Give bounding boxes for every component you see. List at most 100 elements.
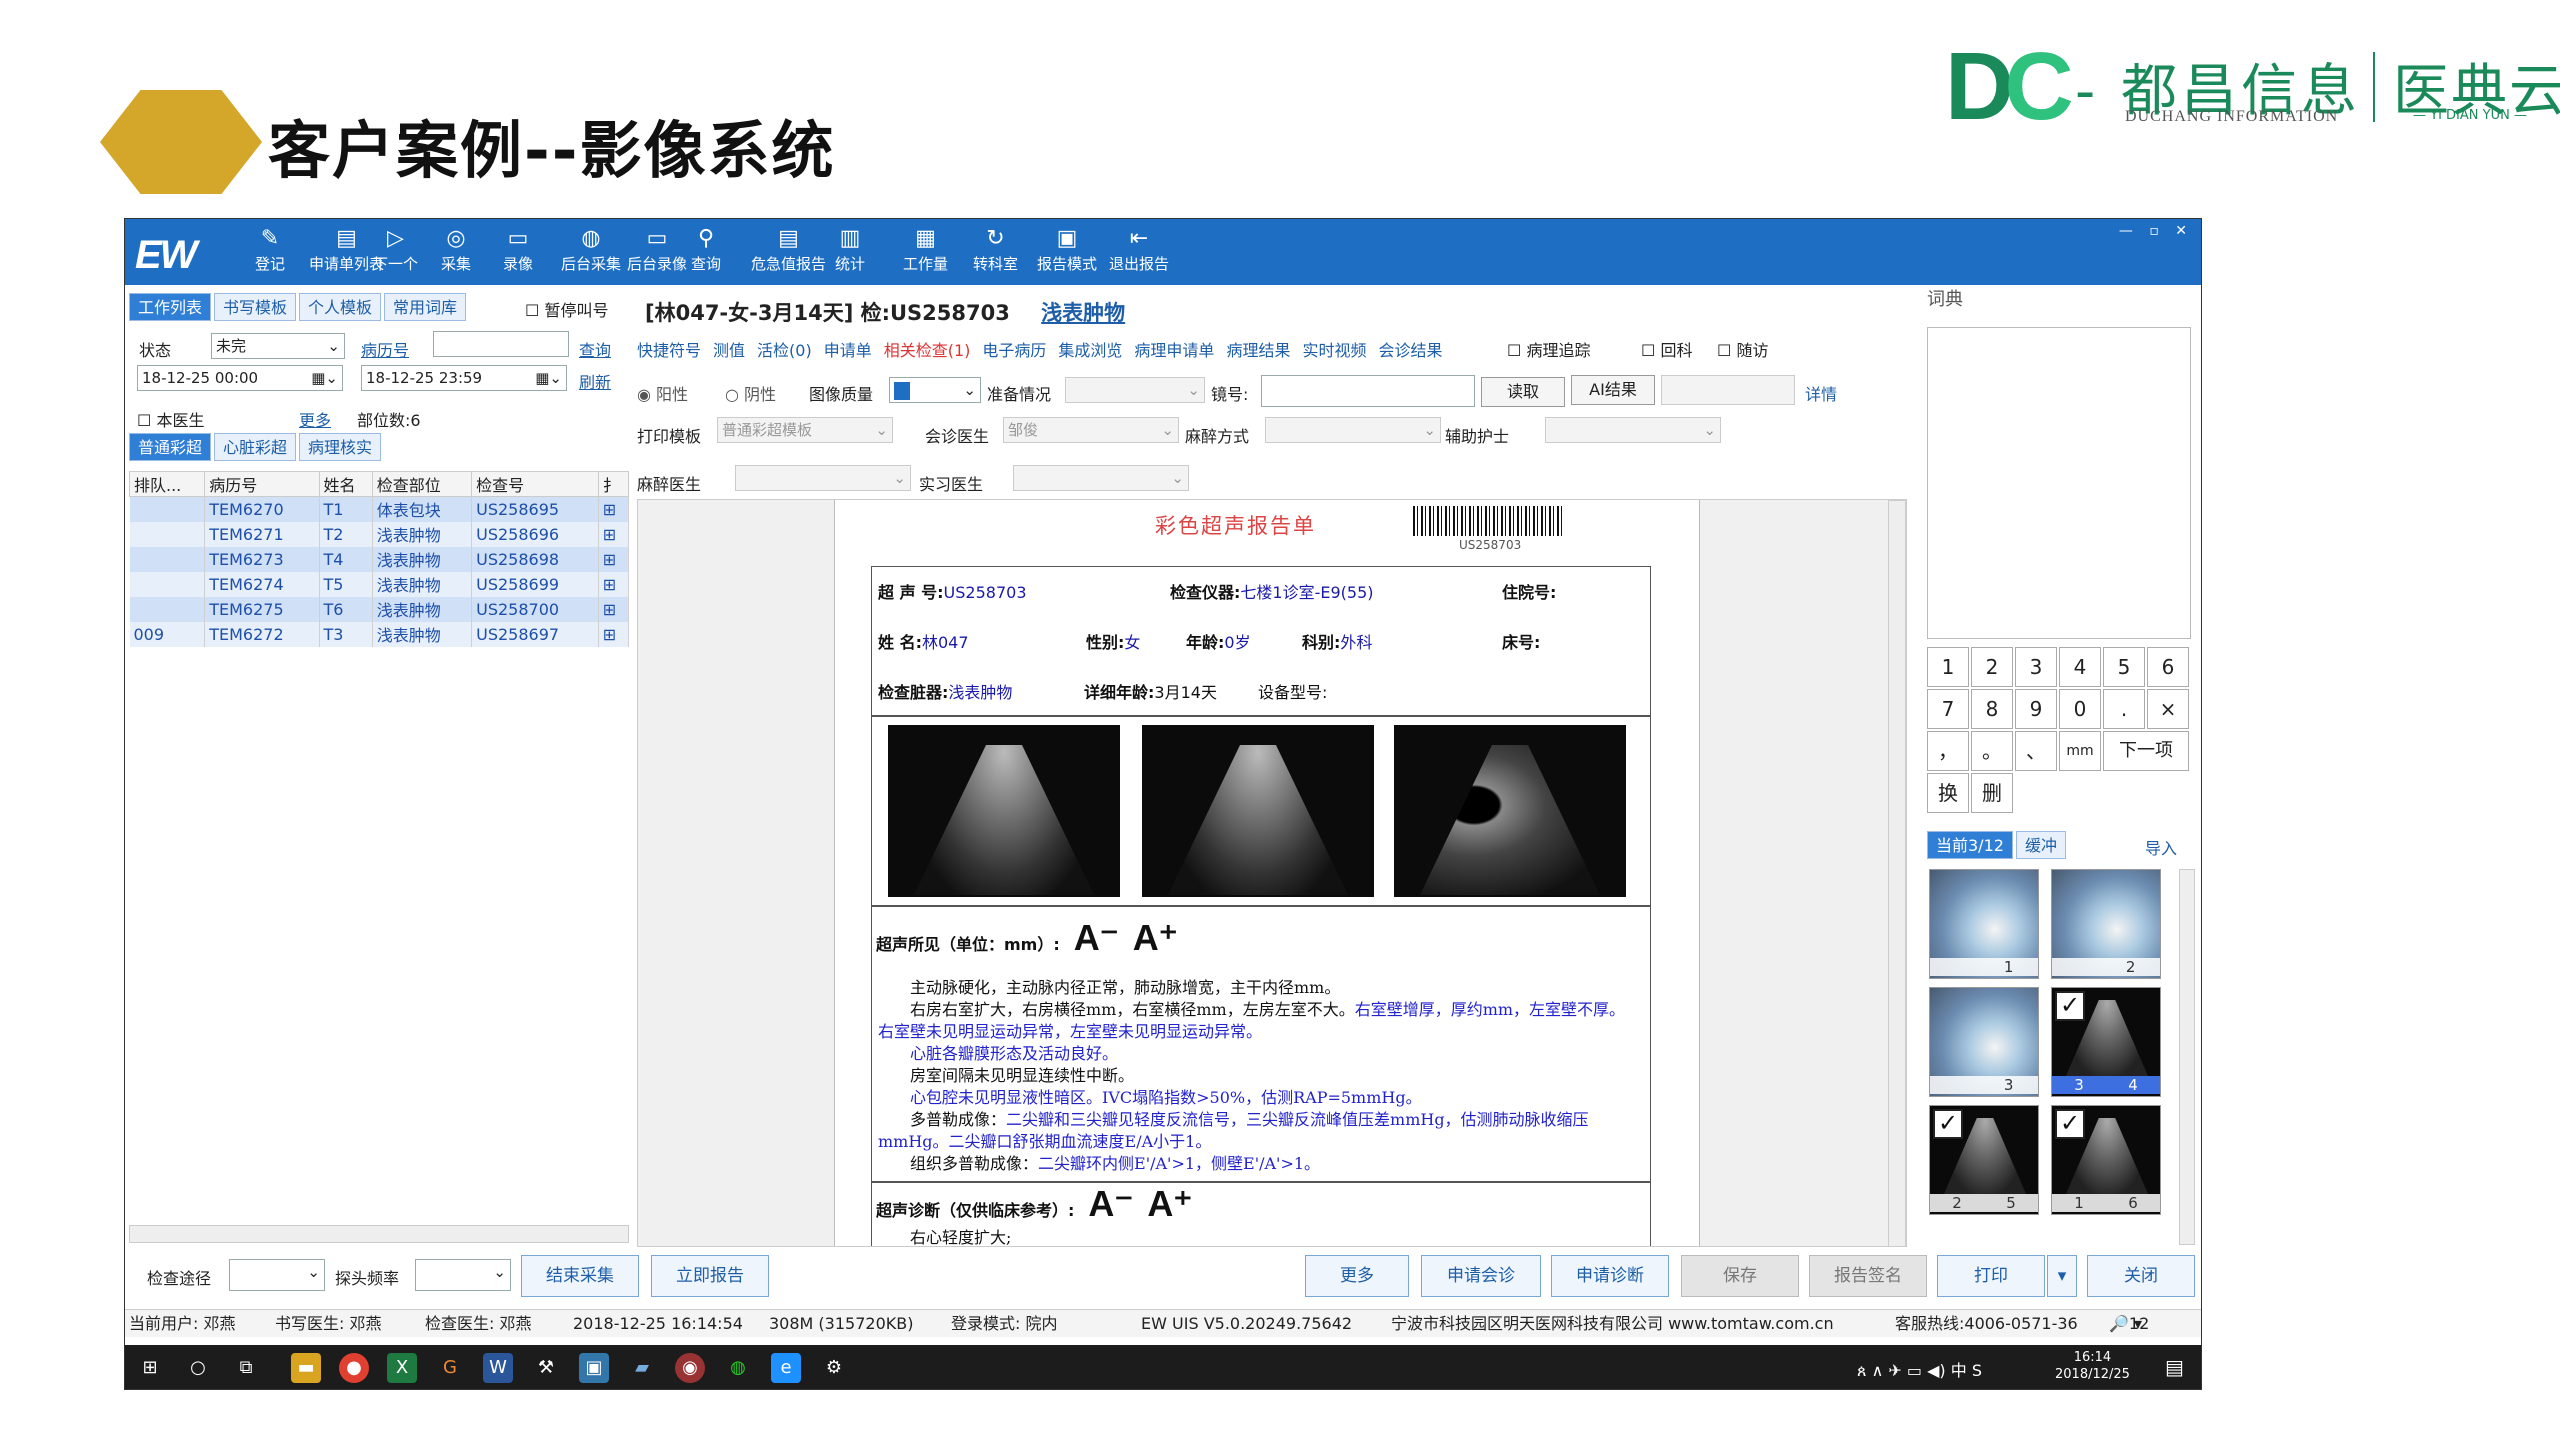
positive-radio[interactable]: ◉ 阳性 bbox=[637, 381, 688, 405]
tray-icons[interactable]: ጰ ∧ ✈ ▭ ◀) 中 S bbox=[1857, 1357, 1982, 1381]
chrome-icon[interactable]: ● bbox=[339, 1353, 369, 1383]
record-no-input[interactable] bbox=[433, 331, 569, 357]
request-diagnosis-button[interactable]: 申请诊断 bbox=[1551, 1255, 1669, 1297]
diagnosis-box[interactable]: 超声诊断（仅供临床参考）: A⁻ A⁺ 右心轻度扩大; bbox=[871, 1182, 1651, 1246]
function-link[interactable]: 活检(0) bbox=[757, 341, 812, 360]
table-row[interactable]: TEM6271 T2 浅表肿物 US258696 ⊞ bbox=[129, 521, 630, 547]
report-vscroll[interactable] bbox=[1888, 500, 1906, 1246]
wechat-icon[interactable]: ◍ bbox=[723, 1353, 753, 1383]
toolbar-layout-button[interactable]: ▣ 报告模式 bbox=[1037, 225, 1097, 274]
column-header[interactable]: 排队... bbox=[128, 471, 206, 497]
mirror-input[interactable] bbox=[1261, 375, 1475, 407]
function-link[interactable]: 申请单 bbox=[824, 341, 872, 360]
toolbar-alert-report-button[interactable]: ▤ 危急值报告 bbox=[751, 225, 826, 274]
my-doctor-checkbox[interactable]: ☐ 本医生 bbox=[137, 407, 204, 431]
table-row[interactable]: TEM6275 T6 浅表肿物 US258700 ⊞ bbox=[129, 596, 630, 622]
keypad-key[interactable]: mm bbox=[2059, 731, 2101, 771]
keypad-key[interactable]: 2 bbox=[1971, 647, 2013, 687]
task-view-icon[interactable]: ⧉ bbox=[231, 1353, 261, 1383]
keypad-key[interactable]: 8 bbox=[1971, 689, 2013, 729]
refresh-link[interactable]: 刷新 bbox=[579, 369, 611, 393]
save-button[interactable]: 保存 bbox=[1681, 1255, 1799, 1297]
exam-part-link[interactable]: 浅表肿物 bbox=[1041, 301, 1125, 325]
toolbar-camera-button[interactable]: ◎ 采集 bbox=[441, 225, 471, 274]
app-settings-icon[interactable]: ⚙ bbox=[819, 1353, 849, 1383]
font-increase-button[interactable]: A⁺ bbox=[1133, 917, 1178, 958]
image-thumbnail[interactable]: ✓ 3 4 bbox=[2051, 987, 2161, 1097]
record-no-label[interactable]: 病历号 bbox=[361, 337, 409, 361]
detail-link[interactable]: 详情 bbox=[1805, 381, 1837, 405]
tab-personal-template[interactable]: 个人模板 bbox=[299, 293, 382, 321]
start-menu-icon[interactable]: ⊞ bbox=[135, 1353, 165, 1383]
keypad-key[interactable]: 。 bbox=[1971, 731, 2013, 771]
image-thumbnail[interactable]: 3 bbox=[1929, 987, 2039, 1097]
image-thumbnail[interactable]: 1 bbox=[1929, 869, 2039, 979]
tab-worklist[interactable]: 工作列表 bbox=[129, 293, 212, 321]
edge-icon[interactable]: e bbox=[771, 1353, 801, 1383]
print-button[interactable]: 打印 bbox=[1937, 1255, 2045, 1297]
function-link[interactable]: 电子病历 bbox=[982, 341, 1046, 360]
toolbar-register-button[interactable]: ✎ 登记 bbox=[255, 225, 285, 274]
image-quality-select[interactable]: ⌄ bbox=[889, 377, 981, 403]
status-select[interactable]: 未完 ⌄ bbox=[211, 333, 345, 359]
function-link[interactable]: 会诊结果 bbox=[1378, 341, 1442, 360]
dictionary-panel[interactable] bbox=[1927, 327, 2191, 639]
toolbar-workload-button[interactable]: ▦ 工作量 bbox=[903, 225, 948, 274]
table-row[interactable]: 009 TEM6272 T3 浅表肿物 US258697 ⊞ bbox=[129, 621, 630, 647]
toolbar-exit-button[interactable]: ⇤ 退出报告 bbox=[1109, 225, 1169, 274]
tab-common-words[interactable]: 常用词库 bbox=[384, 293, 467, 321]
keypad-key[interactable]: 7 bbox=[1927, 689, 1969, 729]
table-row[interactable]: TEM6273 T4 浅表肿物 US258698 ⊞ bbox=[129, 546, 630, 572]
font-decrease-button[interactable]: A⁻ bbox=[1074, 917, 1119, 958]
column-header[interactable]: 扌 bbox=[597, 471, 630, 497]
tab-write-template[interactable]: 书写模板 bbox=[214, 293, 297, 321]
negative-radio[interactable]: ○ 阴性 bbox=[725, 381, 776, 405]
toolbar-next-button[interactable]: ▷ 下一个 bbox=[373, 225, 418, 274]
end-collect-button[interactable]: 结束采集 bbox=[521, 1255, 639, 1297]
ultrasound-image-1[interactable] bbox=[888, 725, 1120, 897]
sign-report-button[interactable]: 报告签名 bbox=[1809, 1255, 1927, 1297]
anesthesia-select[interactable]: ⌄ bbox=[1265, 417, 1441, 443]
column-header[interactable]: 姓名 bbox=[318, 471, 373, 497]
read-button[interactable]: 读取 bbox=[1481, 377, 1565, 407]
tab-cardiac-us[interactable]: 心脏彩超 bbox=[214, 433, 297, 461]
keypad-key[interactable]: 4 bbox=[2059, 647, 2101, 687]
keypad-key[interactable]: 换 bbox=[1927, 773, 1969, 813]
column-header[interactable]: 检查号 bbox=[471, 471, 599, 497]
anes-doctor-select[interactable]: ⌄ bbox=[735, 465, 911, 491]
status-badge[interactable]: 🔎 12 ▾ bbox=[2109, 1310, 2149, 1338]
ultrasound-image-2[interactable] bbox=[1142, 725, 1374, 897]
prep-select[interactable]: ⌄ bbox=[1065, 377, 1205, 403]
keypad-key[interactable]: ， bbox=[1927, 731, 1969, 771]
window-controls[interactable]: — ▫ ✕ bbox=[2119, 223, 2193, 239]
check-icon[interactable]: ✓ bbox=[2055, 1109, 2085, 1139]
column-header[interactable]: 病历号 bbox=[204, 471, 320, 497]
image-thumbnail[interactable]: ✓ 2 5 bbox=[1929, 1105, 2039, 1215]
findings-box[interactable]: 超声所见（单位：mm）: A⁻ A⁺ 主动脉硬化，主动脉内径正常，肺动脉增宽，主干内… bbox=[871, 906, 1651, 1182]
exam-path-select[interactable]: ⌄ bbox=[229, 1259, 325, 1291]
excel-icon[interactable]: X bbox=[387, 1353, 417, 1383]
tab-current-images[interactable]: 当前3/12 bbox=[1927, 831, 2013, 859]
probe-freq-select[interactable]: ⌄ bbox=[415, 1259, 511, 1291]
toolbar-camera-bg-button[interactable]: ◍ 后台采集 bbox=[561, 225, 621, 274]
app-g-icon[interactable]: G bbox=[435, 1353, 465, 1383]
keypad-key[interactable]: 1 bbox=[1927, 647, 1969, 687]
function-link[interactable]: 快捷符号 bbox=[637, 341, 701, 360]
keypad-key[interactable]: 下一项 bbox=[2103, 731, 2189, 771]
word-icon[interactable]: W bbox=[483, 1353, 513, 1383]
check-icon[interactable]: ✓ bbox=[1933, 1109, 1963, 1139]
file-explorer-icon[interactable]: ▬ bbox=[291, 1353, 321, 1383]
notes-icon[interactable]: ▰ bbox=[627, 1353, 657, 1383]
findings-text[interactable]: 主动脉硬化，主动脉内径正常，肺动脉增宽，主干内径mm。 右房右室扩大，右房横径mm… bbox=[878, 977, 1648, 1175]
diagnosis-text[interactable]: 右心轻度扩大; bbox=[910, 1227, 1680, 1246]
follow-checkbox[interactable]: ☐ 随访 bbox=[1717, 337, 1768, 361]
query-link[interactable]: 查询 bbox=[579, 337, 611, 361]
function-link[interactable]: 集成浏览 bbox=[1058, 341, 1122, 360]
keypad-key[interactable]: 3 bbox=[2015, 647, 2057, 687]
import-link[interactable]: 导入 bbox=[2145, 835, 2177, 859]
report-now-button[interactable]: 立即报告 bbox=[651, 1255, 769, 1297]
pathology-track-checkbox[interactable]: ☐ 病理追踪 bbox=[1507, 337, 1590, 361]
keypad-key[interactable]: 5 bbox=[2103, 647, 2145, 687]
toolbar-video-bg-button[interactable]: ▭ 后台录像 bbox=[627, 225, 687, 274]
print-template-select[interactable]: 普通彩超模板 ⌄ bbox=[717, 417, 893, 443]
